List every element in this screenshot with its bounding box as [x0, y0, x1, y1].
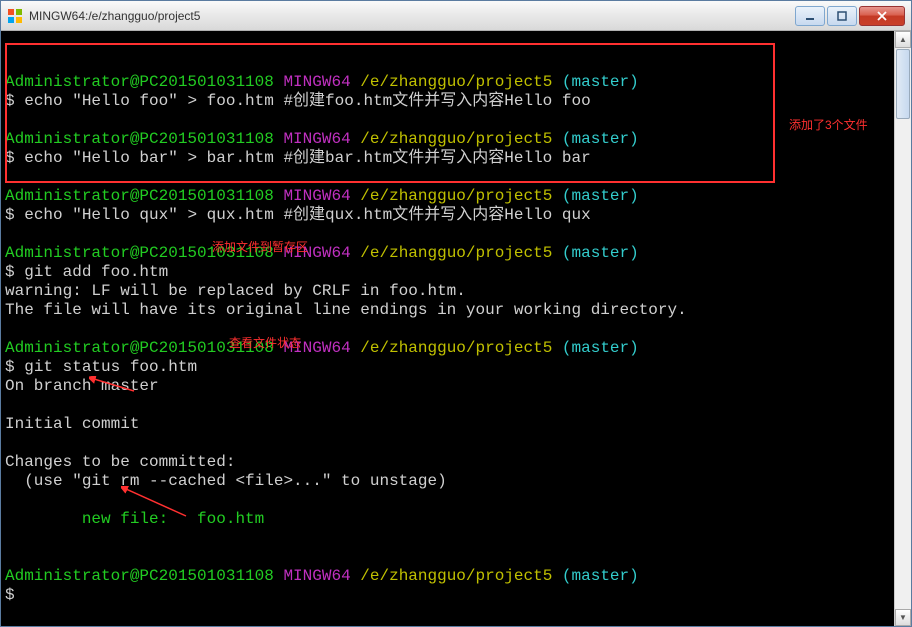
terminal-content: Administrator@PC201501031108 MINGW64 /e/…: [5, 35, 907, 605]
blank-line: [5, 225, 15, 243]
prompt-symbol: $: [5, 149, 15, 167]
terminal-area[interactable]: Administrator@PC201501031108 MINGW64 /e/…: [1, 31, 911, 626]
annotation-added3: 添加了3个文件: [789, 116, 868, 133]
prompt-user: Administrator@PC201501031108: [5, 187, 274, 205]
prompt-user: Administrator@PC201501031108: [5, 567, 274, 585]
maximize-button[interactable]: [827, 6, 857, 26]
mingw-window: MINGW64:/e/zhangguo/project5 Administrat…: [0, 0, 912, 627]
blank-line: [5, 168, 15, 186]
prompt-env: MINGW64: [283, 130, 350, 148]
prompt-branch: (master): [562, 130, 639, 148]
prompt-branch: (master): [562, 187, 639, 205]
titlebar[interactable]: MINGW64:/e/zhangguo/project5: [1, 1, 911, 31]
blank-line: [5, 548, 15, 566]
prompt-env: MINGW64: [283, 73, 350, 91]
prompt-user: Administrator@PC201501031108: [5, 130, 274, 148]
out-on-branch: On branch master: [5, 377, 159, 395]
prompt-branch: (master): [562, 244, 639, 262]
cmd-echo-foo: echo "Hello foo" > foo.htm #创建foo.htm文件并…: [15, 92, 591, 110]
prompt-path: /e/zhangguo/project5: [360, 339, 552, 357]
prompt-path: /e/zhangguo/project5: [360, 73, 552, 91]
cmd-echo-bar: echo "Hello bar" > bar.htm #创建bar.htm文件并…: [15, 149, 591, 167]
out-warn2: The file will have its original line end…: [5, 301, 687, 319]
out-warn1: warning: LF will be replaced by CRLF in …: [5, 282, 466, 300]
prompt-branch: (master): [562, 73, 639, 91]
prompt-symbol: $: [5, 358, 15, 376]
scroll-up-button[interactable]: ▲: [895, 31, 911, 48]
prompt-symbol: $: [5, 206, 15, 224]
minimize-button[interactable]: [795, 6, 825, 26]
prompt-symbol: $: [5, 263, 15, 281]
blank-line: [5, 54, 15, 72]
scroll-thumb[interactable]: [896, 49, 910, 119]
blank-line: [5, 529, 15, 547]
blank-line: [5, 111, 15, 129]
prompt-path: /e/zhangguo/project5: [360, 187, 552, 205]
prompt-path: /e/zhangguo/project5: [360, 130, 552, 148]
window-title: MINGW64:/e/zhangguo/project5: [29, 9, 793, 23]
blank-line: [5, 320, 15, 338]
scroll-down-button[interactable]: ▼: [895, 609, 911, 626]
annotation-check-status: 查看文件状态: [229, 334, 301, 351]
blank-line: [5, 491, 15, 509]
prompt-symbol: $: [5, 586, 15, 604]
prompt-symbol: $: [5, 92, 15, 110]
prompt-branch: (master): [562, 339, 639, 357]
cmd-git-status: git status foo.htm: [15, 358, 197, 376]
out-use-rm: (use "git rm --cached <file>..." to unst…: [5, 472, 447, 490]
cmd-git-add: git add foo.htm: [15, 263, 169, 281]
close-button[interactable]: [859, 6, 905, 26]
blank-line: [5, 434, 15, 452]
prompt-user: Administrator@PC201501031108: [5, 73, 274, 91]
out-new-file: new file: foo.htm: [5, 510, 264, 528]
prompt-env: MINGW64: [283, 187, 350, 205]
out-initial: Initial commit: [5, 415, 139, 433]
prompt-path: /e/zhangguo/project5: [360, 567, 552, 585]
annotation-add-stage: 添加文件到暂存区: [212, 238, 308, 255]
blank-line: [5, 396, 15, 414]
scrollbar[interactable]: ▲ ▼: [894, 31, 911, 626]
window-controls: [793, 6, 905, 26]
app-icon: [7, 8, 23, 24]
prompt-path: /e/zhangguo/project5: [360, 244, 552, 262]
out-changes: Changes to be committed:: [5, 453, 235, 471]
prompt-env: MINGW64: [283, 567, 350, 585]
cmd-echo-qux: echo "Hello qux" > qux.htm #创建qux.htm文件并…: [15, 206, 591, 224]
prompt-branch: (master): [562, 567, 639, 585]
